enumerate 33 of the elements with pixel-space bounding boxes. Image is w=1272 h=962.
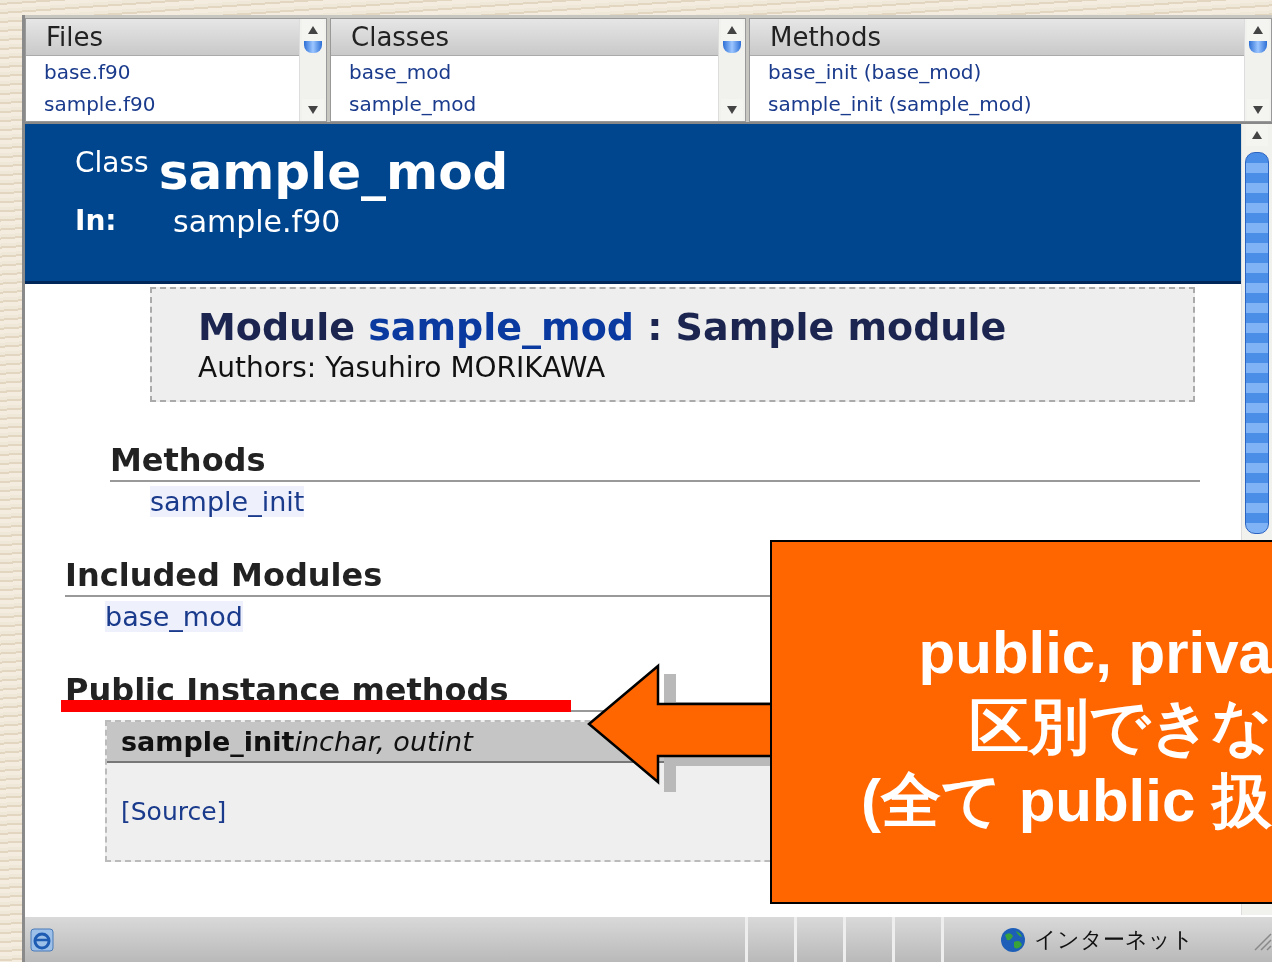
frame-title: Methods [750, 19, 1244, 56]
frame-title: Files [26, 19, 299, 56]
scroll-thumb[interactable] [1249, 41, 1267, 53]
up-arrow-icon [308, 26, 318, 34]
class-label: Class [75, 145, 149, 179]
scroll-thumb[interactable] [723, 41, 741, 53]
class-name: sample_mod [158, 141, 509, 202]
frame-link[interactable]: base_mod [349, 56, 718, 88]
frame-link[interactable]: sample.f90 [44, 88, 299, 120]
frame-title: Classes [331, 19, 718, 56]
up-arrow-icon [1253, 26, 1263, 34]
section-link[interactable]: base_mod [105, 600, 243, 632]
down-arrow-icon [308, 105, 318, 114]
file-link[interactable]: sample.f90 [173, 203, 341, 239]
down-arrow-icon [1253, 105, 1263, 114]
zone-label: インターネット [1034, 925, 1194, 954]
frame-link[interactable]: base_init (base_mod) [768, 56, 1244, 88]
authors-text: Authors: Yasuhiro MORIKAWA [198, 350, 607, 384]
in-label: In: [75, 203, 118, 239]
down-arrow-icon [727, 105, 737, 114]
scroll-thumb[interactable] [304, 41, 322, 53]
frame-link[interactable]: sample_init (sample_mod) [768, 88, 1244, 120]
globe-icon [1000, 926, 1026, 953]
scroll-thumb[interactable] [1245, 151, 1269, 534]
up-arrow-icon [1252, 130, 1262, 139]
module-title: Module sample_mod : Sample module [198, 303, 1008, 351]
frame-link[interactable]: base.f90 [44, 56, 299, 88]
source-link[interactable]: [Source] [121, 796, 227, 826]
section-link[interactable]: sample_init [150, 485, 305, 517]
page-icon [29, 926, 55, 953]
up-arrow-icon [727, 26, 737, 34]
frame-link[interactable]: sample_mod [349, 88, 718, 120]
section-heading: Methods [110, 439, 1200, 482]
